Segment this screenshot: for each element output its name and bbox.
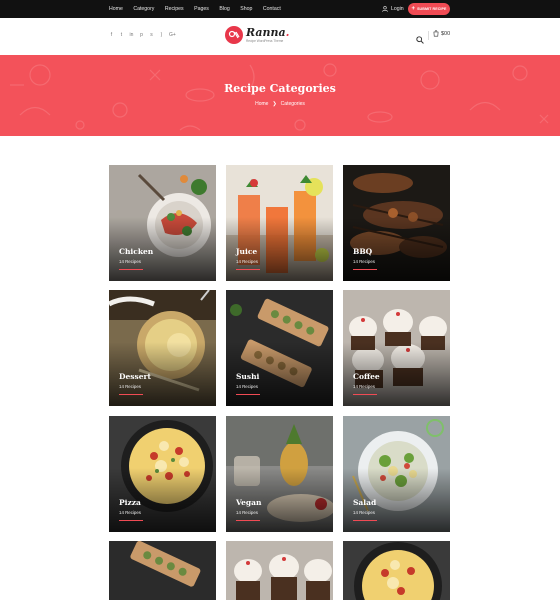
category-card-bbq[interactable]: BBQ 14 Recipes [343, 165, 450, 281]
breadcrumb-current: Categories [280, 101, 305, 107]
logo-mark-icon [225, 26, 243, 44]
category-card-partial[interactable] [226, 541, 333, 600]
food-pattern-background [10, 63, 549, 131]
nav-home[interactable]: Home [109, 6, 123, 12]
recipe-count: 14 Recipes [119, 384, 141, 389]
logo-tagline: Recipe WordPress Theme [246, 39, 284, 43]
accent-underline [119, 269, 143, 271]
recipe-count: 14 Recipes [236, 259, 258, 264]
nav-contact[interactable]: Contact [263, 6, 281, 12]
main-menu: Home Category Recipes Pages Blog Shop Co… [109, 0, 291, 18]
category-name: Coffee [353, 372, 380, 381]
accent-underline [353, 394, 377, 396]
breadcrumb: Home ❯ Categories [0, 101, 560, 107]
skype-icon[interactable]: s [149, 33, 154, 38]
recipe-count: 14 Recipes [119, 510, 141, 515]
pizza-photo [343, 541, 450, 600]
user-icon [382, 6, 388, 12]
cart-button[interactable]: $00 [433, 30, 450, 37]
category-grid: Chicken 14 Recipes Juice 14 Recipes BBQ … [109, 165, 450, 600]
login-link[interactable]: Login [382, 0, 404, 18]
site-header: f t in p s ) G+ Ranna. Recipe WordPress … [0, 18, 560, 55]
social-links: f t in p s ) G+ [109, 33, 179, 38]
page-banner: Recipe Categories Home ❯ Categories [0, 55, 560, 136]
header-divider [428, 31, 429, 40]
site-logo[interactable]: Ranna. Recipe WordPress Theme [225, 26, 290, 44]
category-card-vegan[interactable]: Vegan 14 Recipes [226, 416, 333, 532]
submit-recipe-label: SUBMIT RECIPE [417, 7, 447, 11]
nav-pages[interactable]: Pages [194, 6, 209, 12]
linkedin-icon[interactable]: in [129, 33, 134, 38]
page-title: Recipe Categories [224, 82, 336, 95]
logo-name: Ranna. [246, 26, 290, 39]
nav-recipes[interactable]: Recipes [165, 6, 184, 12]
rss-icon[interactable]: ) [159, 33, 164, 38]
facebook-icon[interactable]: f [109, 33, 114, 38]
accent-underline [236, 520, 260, 522]
category-card-chicken[interactable]: Chicken 14 Recipes [109, 165, 216, 281]
pinterest-icon[interactable]: p [139, 33, 144, 38]
recipe-count: 14 Recipes [236, 510, 258, 515]
recipe-count: 14 Recipes [119, 259, 141, 264]
category-card-coffee[interactable]: Coffee 14 Recipes [343, 290, 450, 406]
category-card-dessert[interactable]: Dessert 14 Recipes [109, 290, 216, 406]
accent-underline [236, 394, 260, 396]
category-card-pizza[interactable]: Pizza 14 Recipes [109, 416, 216, 532]
category-name: Sushi [236, 372, 260, 381]
category-card-sushi[interactable]: Sushi 14 Recipes [226, 290, 333, 406]
top-navigation-bar: Home Category Recipes Pages Blog Shop Co… [0, 0, 560, 18]
nav-blog[interactable]: Blog [219, 6, 229, 12]
recipe-count: 14 Recipes [353, 510, 375, 515]
plus-icon: + [411, 6, 416, 12]
accent-underline [236, 269, 260, 271]
breadcrumb-home[interactable]: Home [255, 101, 268, 107]
category-name: Chicken [119, 247, 154, 256]
coffee-photo [226, 541, 333, 600]
category-name: Pizza [119, 498, 141, 507]
cart-total: $00 [441, 30, 451, 37]
accent-underline [119, 394, 143, 396]
google-plus-icon[interactable]: G+ [169, 33, 176, 38]
cart-icon [433, 30, 439, 37]
nav-shop[interactable]: Shop [240, 6, 252, 12]
category-name: BBQ [353, 247, 373, 256]
category-name: Salad [353, 498, 377, 507]
sushi-photo [109, 541, 216, 600]
category-name: Dessert [119, 372, 151, 381]
recipe-count: 14 Recipes [353, 384, 375, 389]
category-name: Vegan [236, 498, 262, 507]
search-icon[interactable] [416, 31, 424, 49]
category-card-partial[interactable] [343, 541, 450, 600]
submit-recipe-button[interactable]: + SUBMIT RECIPE [408, 3, 450, 15]
recipe-count: 14 Recipes [236, 384, 258, 389]
accent-underline [119, 520, 143, 522]
login-label: Login [391, 6, 404, 12]
chevron-right-icon: ❯ [272, 101, 277, 107]
twitter-icon[interactable]: t [119, 33, 124, 38]
category-name: Juice [236, 247, 258, 256]
category-card-partial[interactable] [109, 541, 216, 600]
accent-underline [353, 269, 377, 271]
recipe-count: 14 Recipes [353, 259, 375, 264]
category-card-salad[interactable]: Salad 14 Recipes [343, 416, 450, 532]
nav-category[interactable]: Category [133, 6, 154, 12]
accent-underline [353, 520, 377, 522]
category-card-juice[interactable]: Juice 14 Recipes [226, 165, 333, 281]
